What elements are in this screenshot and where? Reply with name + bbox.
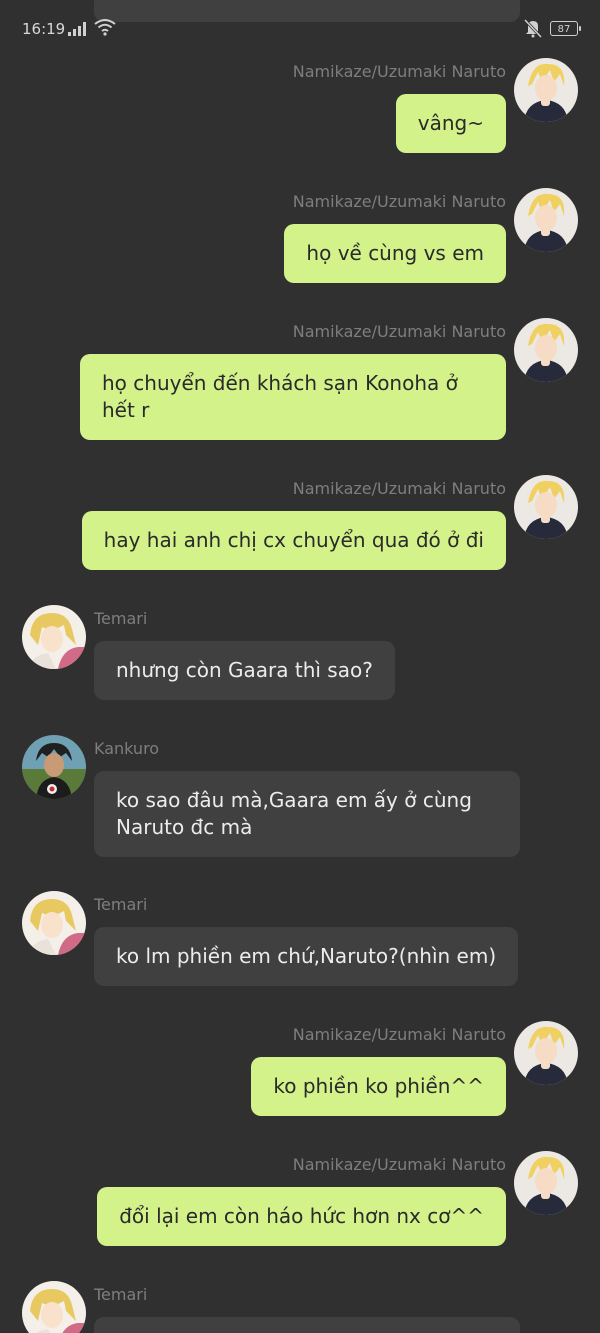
message-bubble [94, 1317, 520, 1333]
message-row: Namikaze/Uzumaki Naruto đổi lại em còn h… [0, 1151, 600, 1251]
message-bubble: ko phiền ko phiền^^ [251, 1057, 506, 1116]
avatar-temari[interactable] [22, 605, 86, 669]
avatar-temari[interactable] [22, 891, 86, 955]
message-bubble: đổi lại em còn háo hức hơn nx cơ^^ [97, 1187, 506, 1246]
message-row: Kankuro ko sao đâu mà,Gaara em ấy ở cùng… [0, 735, 600, 865]
message-row: Temari ko lm phiền em chứ,Naruto?(nhìn e… [0, 891, 600, 991]
message-bubble: họ chuyển đến khách sạn Konoha ở hết r [80, 354, 506, 440]
message-bubble: ko sao đâu mà,Gaara em ấy ở cùng Naruto … [94, 771, 520, 857]
message-bubble: nhưng còn Gaara thì sao? [94, 641, 395, 700]
message-row: Namikaze/Uzumaki Naruto họ chuyển đến kh… [0, 318, 600, 448]
sender-name: Namikaze/Uzumaki Naruto [292, 322, 506, 341]
sender-name: Kankuro [94, 739, 160, 758]
avatar-naruto[interactable] [514, 475, 578, 539]
chat-screen: 16:19 87 sao? Namikaze/Uzumaki Naruto [0, 0, 600, 1333]
message-bubble: vâng~ [395, 94, 506, 153]
avatar-naruto[interactable] [514, 188, 578, 252]
message-bubble: ko lm phiền em chứ,Naruto?(nhìn em) [94, 927, 519, 986]
status-time: 16:19 [22, 20, 66, 38]
sender-name: Temari [94, 895, 148, 914]
sender-name: Namikaze/Uzumaki Naruto [292, 1155, 506, 1174]
sender-name: Namikaze/Uzumaki Naruto [292, 1025, 506, 1044]
sender-name: Namikaze/Uzumaki Naruto [292, 479, 506, 498]
avatar-naruto[interactable] [514, 318, 578, 382]
message-row: Namikaze/Uzumaki Naruto ko phiền ko phiề… [0, 1021, 600, 1121]
sender-name: Namikaze/Uzumaki Naruto [292, 192, 506, 211]
message-row: Temari nhưng còn Gaara thì sao? [0, 605, 600, 705]
sender-name: Temari [94, 609, 148, 628]
avatar-temari[interactable] [22, 1281, 86, 1333]
signal-icon [68, 22, 86, 36]
wifi-icon [94, 19, 116, 36]
notifications-off-icon [523, 18, 543, 38]
battery-icon: 87 [550, 21, 581, 36]
avatar-kankuro[interactable] [22, 735, 86, 799]
avatar-naruto[interactable] [514, 1151, 578, 1215]
status-bar: 16:19 87 [0, 0, 600, 58]
message-row: Namikaze/Uzumaki Naruto họ về cùng vs em [0, 188, 600, 288]
message-bubble: hay hai anh chị cx chuyển qua đó ở đi [81, 511, 506, 570]
avatar-naruto[interactable] [514, 1021, 578, 1085]
avatar-naruto[interactable] [514, 58, 578, 122]
message-row: Namikaze/Uzumaki Naruto hay hai anh chị … [0, 475, 600, 575]
message-row: Namikaze/Uzumaki Naruto vâng~ [0, 58, 600, 158]
message-bubble: họ về cùng vs em [284, 224, 506, 283]
sender-name: Namikaze/Uzumaki Naruto [292, 62, 506, 81]
message-row: Temari [0, 1281, 600, 1333]
sender-name: Temari [94, 1285, 148, 1304]
